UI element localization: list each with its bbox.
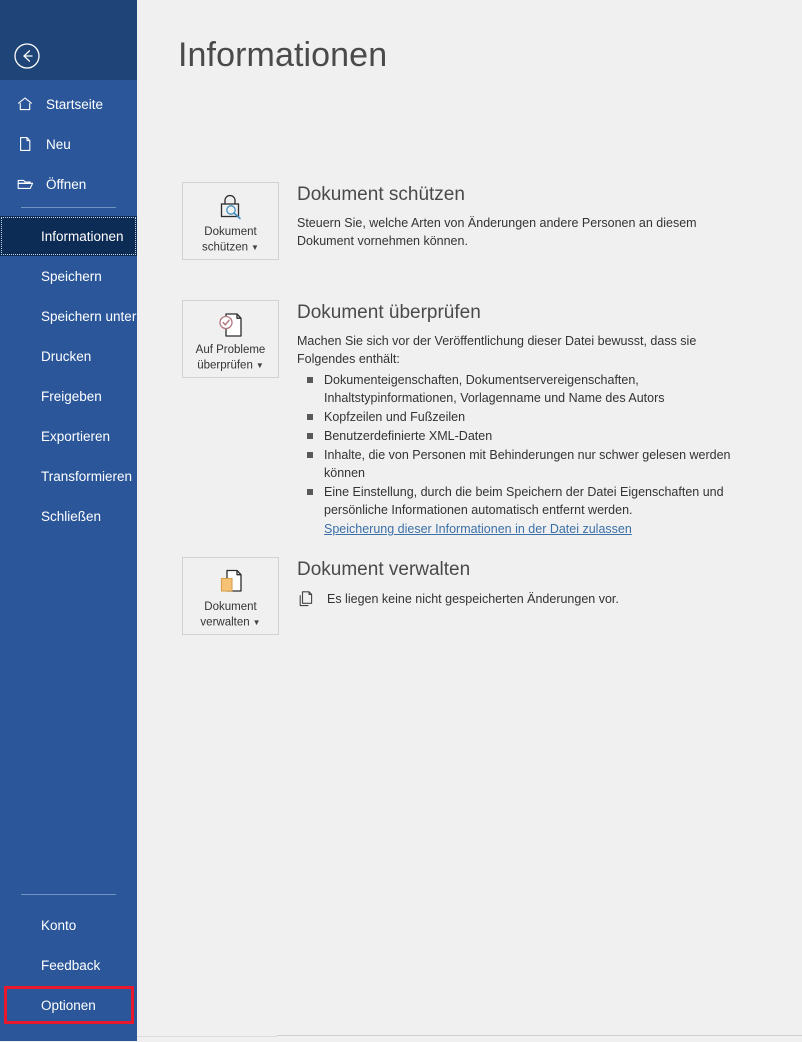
sidebar-item-label: Startseite bbox=[46, 96, 104, 112]
sidebar-item-speichern-unter[interactable]: Speichern unter bbox=[0, 296, 137, 336]
sidebar-group-bottom: Konto Feedback Optionen bbox=[0, 905, 137, 1025]
page-title: Informationen bbox=[178, 36, 388, 74]
bottom-divider bbox=[277, 1035, 802, 1036]
manage-document-button[interactable]: Dokument verwalten ▼ bbox=[182, 557, 279, 635]
list-item: Eine Einstellung, durch die beim Speiche… bbox=[297, 483, 764, 519]
protect-document-button-label: Dokument schützen ▼ bbox=[202, 226, 259, 254]
section-manage-document: Dokument verwalten ▼ Dokument verwalten E… bbox=[182, 557, 619, 635]
manage-document-body: Dokument verwalten Es liegen keine nicht… bbox=[297, 557, 619, 608]
chevron-down-icon: ▼ bbox=[255, 361, 264, 370]
section-heading: Dokument überprüfen bbox=[297, 302, 481, 323]
sidebar-item-exportieren[interactable]: Exportieren bbox=[0, 416, 137, 456]
sidebar-item-schliessen[interactable]: Schließen bbox=[0, 496, 137, 536]
sidebar-group-top: Startseite Neu Öffnen bbox=[0, 84, 137, 204]
sidebar-item-startseite[interactable]: Startseite bbox=[0, 84, 137, 124]
sidebar-item-label: Freigeben bbox=[41, 388, 102, 404]
list-item: Inhalte, die von Personen mit Behinderun… bbox=[297, 446, 764, 482]
sidebar-item-label: Öffnen bbox=[46, 176, 87, 192]
sidebar-item-label: Optionen bbox=[41, 997, 96, 1013]
sidebar-item-label: Speichern bbox=[41, 268, 102, 284]
backstage-sidebar: Startseite Neu Öffnen Informationen Spei… bbox=[0, 0, 137, 1041]
sidebar-item-label: Neu bbox=[46, 136, 71, 152]
back-arrow-icon[interactable] bbox=[13, 42, 41, 70]
manage-document-button-label: Dokument verwalten ▼ bbox=[200, 601, 261, 629]
inspect-bullet-list: Dokumenteigenschaften, Dokumentservereig… bbox=[297, 371, 764, 519]
document-check-icon bbox=[214, 310, 248, 340]
allow-save-info-link[interactable]: Speicherung dieser Informationen in der … bbox=[324, 522, 632, 536]
sidebar-item-transformieren[interactable]: Transformieren bbox=[0, 456, 137, 496]
sidebar-item-label: Schließen bbox=[41, 508, 102, 524]
inspect-document-button[interactable]: Auf Probleme überprüfen ▼ bbox=[182, 300, 279, 378]
backstage-content: Informationen Dokument schützen ▼ Dokume… bbox=[137, 0, 802, 1041]
document-versions-icon bbox=[214, 567, 248, 597]
chevron-down-icon: ▼ bbox=[252, 618, 261, 627]
sidebar-item-label: Speichern unter bbox=[41, 308, 137, 324]
section-description: Machen Sie sich vor der Veröffentlichung… bbox=[297, 334, 697, 366]
sidebar-item-speichern[interactable]: Speichern bbox=[0, 256, 137, 296]
list-item: Kopfzeilen und Fußzeilen bbox=[297, 408, 764, 426]
sidebar-item-label: Exportieren bbox=[41, 428, 111, 444]
protect-document-body: Dokument schützen Steuern Sie, welche Ar… bbox=[297, 182, 747, 250]
lock-inspect-icon bbox=[214, 192, 248, 222]
sidebar-top-strip bbox=[0, 0, 137, 31]
sidebar-divider-bottom bbox=[21, 894, 116, 895]
sidebar-item-optionen[interactable]: Optionen bbox=[0, 985, 137, 1025]
sidebar-item-oeffnen[interactable]: Öffnen bbox=[0, 164, 137, 204]
section-description: Steuern Sie, welche Arten von Änderungen… bbox=[297, 216, 697, 248]
sidebar-group-middle: Informationen Speichern Speichern unter … bbox=[0, 216, 137, 536]
section-heading: Dokument verwalten bbox=[297, 559, 471, 580]
manage-status-text: Es liegen keine nicht gespeicherten Ände… bbox=[327, 591, 619, 606]
chevron-down-icon: ▼ bbox=[251, 243, 259, 252]
sidebar-divider-top bbox=[21, 207, 116, 208]
sidebar-item-label: Konto bbox=[41, 917, 77, 933]
section-inspect-document: Auf Probleme überprüfen ▼ Dokument überpr… bbox=[182, 300, 764, 538]
word-backstage-info-screen: Startseite Neu Öffnen Informationen Spei… bbox=[0, 0, 802, 1041]
new-document-icon bbox=[14, 133, 36, 155]
sidebar-item-label: Feedback bbox=[41, 957, 101, 973]
inspect-document-body: Dokument überprüfen Machen Sie sich vor … bbox=[297, 300, 764, 538]
home-icon bbox=[14, 93, 36, 115]
sidebar-item-drucken[interactable]: Drucken bbox=[0, 336, 137, 376]
sidebar-item-label: Drucken bbox=[41, 348, 92, 364]
protect-document-button[interactable]: Dokument schützen ▼ bbox=[182, 182, 279, 260]
sidebar-item-label: Informationen bbox=[41, 228, 124, 244]
sidebar-bottom-strip bbox=[0, 1030, 137, 1041]
document-copy-icon bbox=[297, 589, 316, 608]
sidebar-item-neu[interactable]: Neu bbox=[0, 124, 137, 164]
sidebar-item-informationen[interactable]: Informationen bbox=[0, 216, 137, 256]
manage-status-row: Es liegen keine nicht gespeicherten Ände… bbox=[297, 589, 619, 608]
bottom-divider-left bbox=[137, 1036, 277, 1037]
section-protect-document: Dokument schützen ▼ Dokument schützen Ste… bbox=[182, 182, 747, 260]
sidebar-item-feedback[interactable]: Feedback bbox=[0, 945, 137, 985]
inspect-document-button-label: Auf Probleme überprüfen ▼ bbox=[195, 344, 266, 372]
list-item: Benutzerdefinierte XML-Daten bbox=[297, 427, 764, 445]
section-heading: Dokument schützen bbox=[297, 184, 465, 205]
sidebar-item-konto[interactable]: Konto bbox=[0, 905, 137, 945]
sidebar-item-label: Transformieren bbox=[41, 468, 133, 484]
list-item: Dokumenteigenschaften, Dokumentservereig… bbox=[297, 371, 764, 407]
sidebar-item-freigeben[interactable]: Freigeben bbox=[0, 376, 137, 416]
open-folder-icon bbox=[14, 173, 36, 195]
